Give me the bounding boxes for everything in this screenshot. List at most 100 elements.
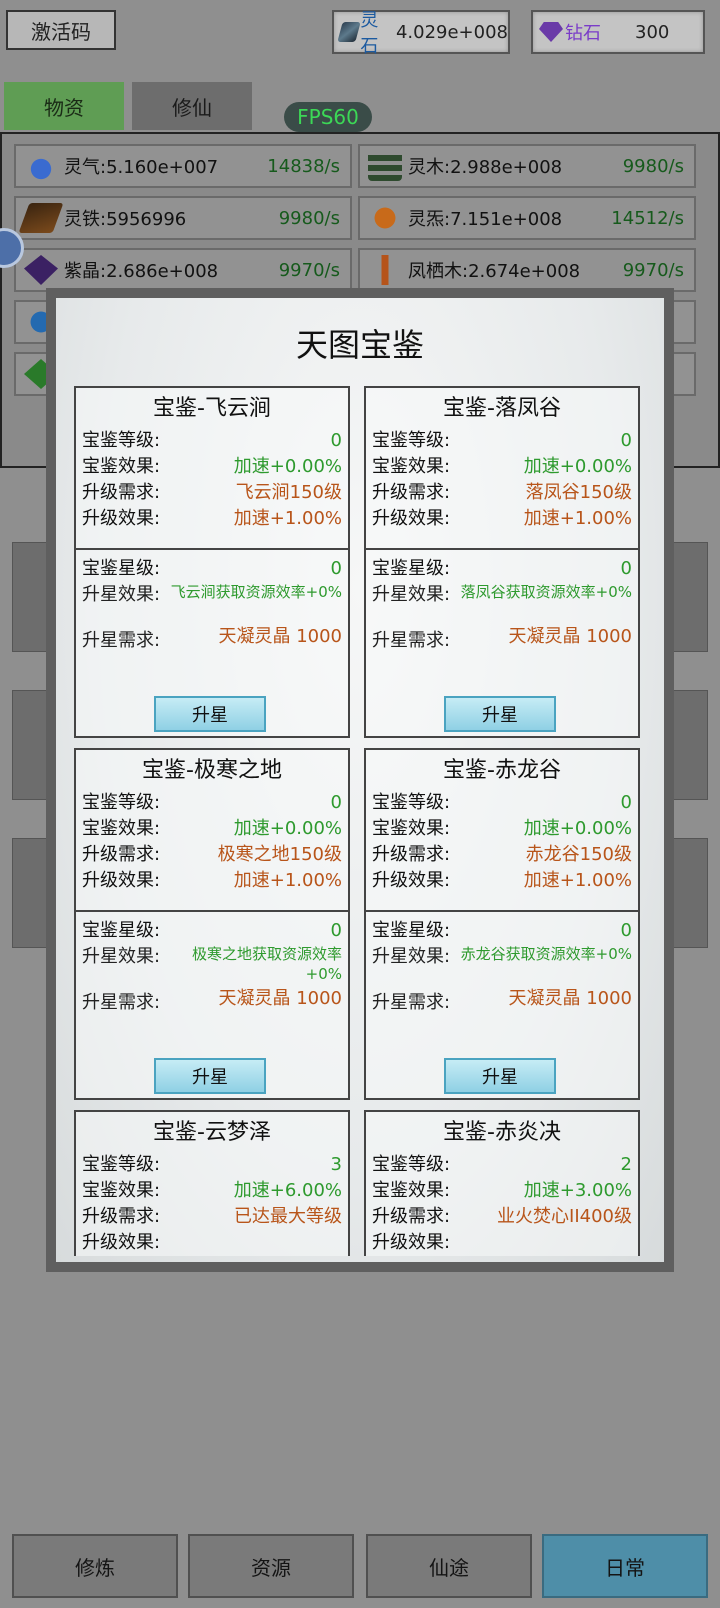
req-value: 赤龙谷150级 bbox=[525, 844, 632, 865]
star-eff-label: 升星效果: bbox=[372, 584, 451, 605]
background-panel bbox=[672, 838, 708, 948]
background-panel bbox=[12, 542, 48, 652]
tab-materials[interactable]: 物资 bbox=[4, 82, 124, 130]
luan-icon bbox=[368, 203, 402, 233]
star-req-value: 天凝灵晶 1000 bbox=[508, 626, 632, 647]
effect-label: 宝鉴效果: bbox=[82, 818, 161, 839]
treasure-card: 宝鉴-赤炎决 宝鉴等级: 2 宝鉴效果: 加速+3.00% 升级需求: 业火焚心II4… bbox=[364, 1110, 640, 1256]
phoenix-wood-icon bbox=[368, 255, 402, 285]
effect-value: 加速+0.00% bbox=[233, 818, 342, 839]
star-req-value: 天凝灵晶 1000 bbox=[218, 988, 342, 1009]
upeff-value: 加速+1.00% bbox=[523, 508, 632, 529]
star-label: 宝鉴星级: bbox=[372, 920, 451, 941]
star-req-label: 升星需求: bbox=[82, 992, 161, 1013]
upgrade-star-button[interactable]: 升星 bbox=[154, 696, 266, 732]
resource-rate: 14838/s bbox=[267, 155, 340, 177]
card-grid: 天图宝鉴 宝鉴-飞云涧 宝鉴等级: 0 宝鉴效果: 加速+0.00% 升级需求: 飞云… bbox=[56, 298, 664, 1256]
effect-label: 宝鉴效果: bbox=[372, 1180, 451, 1201]
effect-label: 宝鉴效果: bbox=[372, 818, 451, 839]
star-eff-label: 升星效果: bbox=[82, 584, 161, 605]
level-value: 0 bbox=[620, 792, 632, 813]
level-label: 宝鉴等级: bbox=[372, 792, 451, 813]
card-title: 宝鉴-赤龙谷 bbox=[443, 758, 561, 783]
spirit-stone-label: 灵石 bbox=[360, 10, 379, 57]
star-eff-value: 落凤谷获取资源效率+0% bbox=[460, 583, 632, 601]
tab-cultivation[interactable]: 修仙 bbox=[132, 82, 252, 130]
upeff-label: 升级效果: bbox=[82, 508, 161, 529]
star-label: 宝鉴星级: bbox=[82, 920, 161, 941]
level-label: 宝鉴等级: bbox=[82, 1154, 161, 1175]
treasure-book-dialog: 天图宝鉴 宝鉴-飞云涧 宝鉴等级: 0 宝鉴效果: 加速+0.00% 升级需求: 飞云… bbox=[46, 288, 674, 1272]
star-label: 宝鉴星级: bbox=[82, 558, 161, 579]
star-label: 宝鉴星级: bbox=[372, 558, 451, 579]
req-value: 极寒之地150级 bbox=[217, 844, 342, 865]
treasure-card: 宝鉴-落凤谷 宝鉴等级: 0 宝鉴效果: 加速+0.00% 升级需求: 落凤谷150级… bbox=[364, 386, 640, 738]
req-label: 升级需求: bbox=[372, 482, 451, 503]
crystal-icon bbox=[24, 255, 58, 285]
nav-daily[interactable]: 日常 bbox=[542, 1534, 708, 1598]
resource-rate: 9970/s bbox=[278, 259, 340, 281]
req-value: 业火焚心II400级 bbox=[497, 1206, 632, 1227]
dialog-body: 天图宝鉴 宝鉴-飞云涧 宝鉴等级: 0 宝鉴效果: 加速+0.00% 升级需求: 飞云… bbox=[56, 298, 664, 1262]
star-req-label: 升星需求: bbox=[372, 630, 451, 651]
diamond-value: 300 bbox=[635, 21, 670, 43]
diamond-icon bbox=[539, 22, 563, 42]
spirit-stone-display: 灵石 4.029e+008 bbox=[332, 10, 510, 57]
star-eff-value: 飞云涧获取资源效率+0% bbox=[170, 583, 342, 601]
level-label: 宝鉴等级: bbox=[82, 792, 161, 813]
star-req-value: 天凝灵晶 1000 bbox=[218, 626, 342, 647]
resource-rate: 9980/s bbox=[622, 155, 684, 177]
card-title: 宝鉴-极寒之地 bbox=[142, 758, 282, 783]
level-value: 0 bbox=[330, 792, 342, 813]
card-title: 宝鉴-飞云涧 bbox=[153, 396, 271, 421]
effect-value: 加速+6.00% bbox=[233, 1180, 342, 1201]
level-value: 3 bbox=[330, 1154, 342, 1175]
upeff-label: 升级效果: bbox=[372, 1232, 451, 1253]
effect-value: 加速+0.00% bbox=[523, 818, 632, 839]
treasure-card: 宝鉴-飞云涧 宝鉴等级: 0 宝鉴效果: 加速+0.00% 升级需求: 飞云涧150级… bbox=[74, 386, 350, 738]
upgrade-star-button[interactable]: 升星 bbox=[444, 696, 556, 732]
req-label: 升级需求: bbox=[82, 844, 161, 865]
req-label: 升级需求: bbox=[82, 1206, 161, 1227]
resource-name: 紫晶:2.686e+008 bbox=[64, 261, 219, 282]
dialog-title: 天图宝鉴 bbox=[295, 326, 424, 364]
nav-cultivate[interactable]: 修炼 bbox=[12, 1534, 178, 1598]
resource-name: 灵气:5.160e+007 bbox=[64, 157, 219, 178]
effect-value: 加速+0.00% bbox=[523, 456, 632, 477]
resource-item: 灵气:5.160e+007 14838/s bbox=[14, 144, 352, 188]
star-eff-label: 升星效果: bbox=[82, 946, 161, 967]
card-title: 宝鉴-赤炎决 bbox=[443, 1120, 561, 1145]
star-value: 0 bbox=[620, 920, 632, 941]
effect-value: 加速+0.00% bbox=[233, 456, 342, 477]
level-label: 宝鉴等级: bbox=[82, 430, 161, 451]
resource-item: 凤栖木:2.674e+008 9970/s bbox=[358, 248, 696, 292]
upgrade-star-button[interactable]: 升星 bbox=[154, 1058, 266, 1094]
upgrade-star-button[interactable]: 升星 bbox=[444, 1058, 556, 1094]
upeff-value: 加速+1.00% bbox=[523, 870, 632, 891]
resource-name: 灵炁:7.151e+008 bbox=[408, 209, 563, 230]
star-eff-label: 升星效果: bbox=[372, 946, 451, 967]
card-title: 宝鉴-云梦泽 bbox=[153, 1120, 271, 1145]
nav-resources[interactable]: 资源 bbox=[188, 1534, 354, 1598]
star-eff-value: 极寒之地获取资源效率+0% bbox=[191, 945, 342, 983]
star-req-label: 升星需求: bbox=[82, 630, 161, 651]
nav-immortal-path[interactable]: 仙途 bbox=[366, 1534, 532, 1598]
activation-code-button[interactable]: 激活码 bbox=[6, 10, 116, 50]
background-panel bbox=[672, 690, 708, 800]
iron-icon bbox=[18, 203, 64, 233]
resource-name: 灵铁:5956996 bbox=[64, 209, 187, 230]
background-panel bbox=[672, 542, 708, 652]
resource-name: 灵木:2.988e+008 bbox=[408, 157, 563, 178]
resource-item: 灵木:2.988e+008 9980/s bbox=[358, 144, 696, 188]
resource-item: 灵炁:7.151e+008 14512/s bbox=[358, 196, 696, 240]
background-panel bbox=[12, 838, 48, 948]
spirit-stone-icon bbox=[337, 22, 362, 42]
req-label: 升级需求: bbox=[372, 844, 451, 865]
req-label: 升级需求: bbox=[372, 1206, 451, 1227]
level-label: 宝鉴等级: bbox=[372, 430, 451, 451]
level-value: 2 bbox=[620, 1154, 632, 1175]
resource-item: 紫晶:2.686e+008 9970/s bbox=[14, 248, 352, 292]
resource-rate: 14512/s bbox=[611, 207, 684, 229]
req-value: 飞云涧150级 bbox=[235, 482, 342, 503]
upeff-value: 加速+1.00% bbox=[233, 508, 342, 529]
